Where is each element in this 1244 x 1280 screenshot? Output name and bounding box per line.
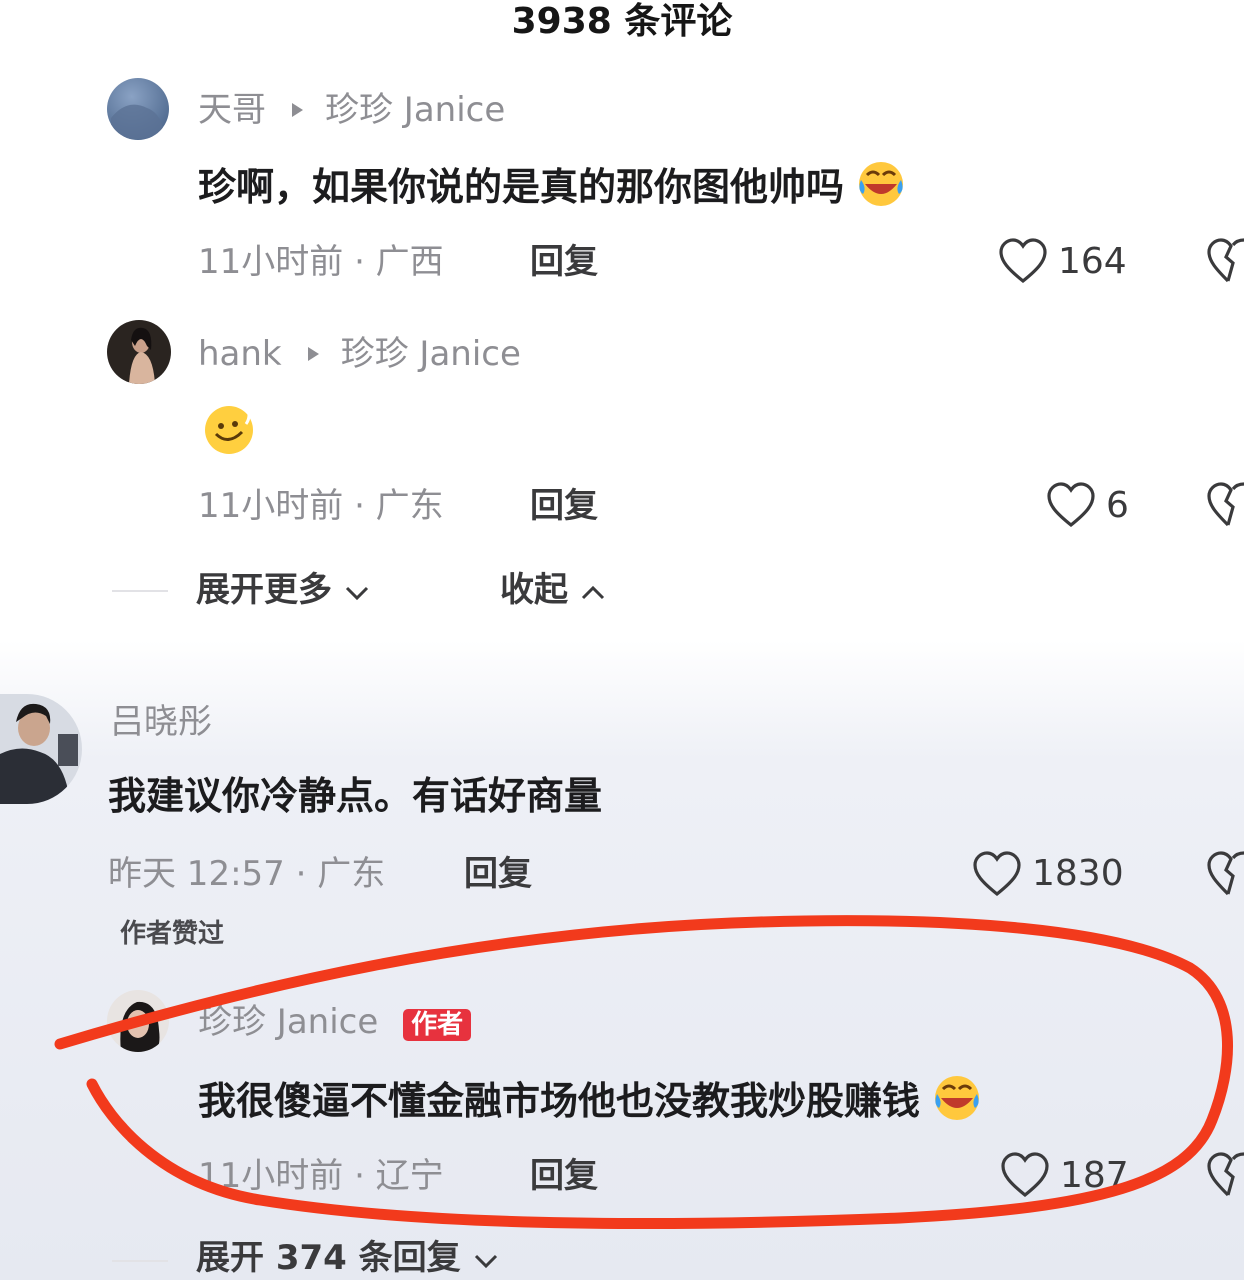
smile-emoji-icon	[202, 402, 258, 460]
reply-button[interactable]: 回复	[530, 242, 598, 282]
comment-header: 珍珍 Janice 作者	[198, 1002, 472, 1044]
chevron-down-icon	[344, 572, 370, 612]
dislike-broken-heart-icon[interactable]	[1206, 1151, 1244, 1199]
reply-button[interactable]: 回复	[530, 486, 598, 526]
comment-meta: 11小时前 · 广东	[198, 486, 444, 526]
avatar[interactable]	[107, 990, 169, 1052]
reply-to-username[interactable]: 珍珍 Janice	[341, 334, 521, 374]
chevron-down-icon	[473, 1240, 499, 1280]
reply-arrow-icon	[292, 102, 303, 117]
comment-text: 我很傻逼不懂金融市场他也没教我炒股赚钱	[198, 1074, 981, 1133]
like-count: 164	[1058, 241, 1127, 282]
reply-arrow-icon	[307, 346, 319, 361]
comment-body: 我建议你冷静点。有话好商量	[108, 774, 603, 818]
avatar[interactable]	[107, 320, 171, 384]
expand-more-button[interactable]: 展开更多	[196, 570, 370, 612]
reply-button[interactable]: 回复	[530, 1156, 598, 1196]
expand-replies-button[interactable]: 展开 374 条回复	[196, 1238, 499, 1280]
comment-meta: 11小时前 · 辽宁	[198, 1156, 444, 1196]
divider	[112, 1260, 168, 1262]
reply-button[interactable]: 回复	[464, 854, 532, 894]
expand-replies-label: 展开 374 条回复	[196, 1238, 461, 1278]
like-heart-icon[interactable]	[1046, 481, 1096, 529]
like-heart-icon[interactable]	[972, 850, 1022, 898]
like-heart-icon[interactable]	[1000, 1151, 1050, 1199]
username[interactable]: hank	[198, 334, 282, 374]
comment-header: hank 珍珍 Janice	[198, 334, 521, 374]
collapse-label: 收起	[500, 570, 568, 610]
collapse-button[interactable]: 收起	[500, 570, 606, 612]
avatar[interactable]	[107, 78, 169, 140]
like-count: 6	[1106, 485, 1129, 526]
comments-count-title: 3938 条评论	[511, 1, 733, 42]
comment-meta: 昨天 12:57 · 广东	[108, 854, 386, 894]
like-heart-icon[interactable]	[998, 237, 1048, 285]
author-badge: 作者	[403, 1009, 472, 1041]
expand-more-label: 展开更多	[196, 570, 332, 610]
dislike-broken-heart-icon[interactable]	[1206, 237, 1244, 285]
author-liked-label: 作者赞过	[120, 919, 225, 949]
username[interactable]: 珍珍 Janice	[198, 1002, 378, 1042]
like-count: 187	[1060, 1155, 1129, 1196]
divider	[112, 590, 168, 592]
comment-meta: 11小时前 · 广西	[198, 242, 444, 282]
chevron-up-icon	[580, 572, 606, 612]
dislike-broken-heart-icon[interactable]	[1206, 850, 1244, 898]
laughing-crying-emoji-icon	[933, 1074, 981, 1133]
dislike-broken-heart-icon[interactable]	[1206, 481, 1244, 529]
username[interactable]: 吕晓彤	[110, 702, 212, 742]
comment-body: 我很傻逼不懂金融市场他也没教我炒股赚钱	[198, 1079, 921, 1123]
comment-body: 珍啊，如果你说的是真的那你图他帅吗	[198, 165, 845, 209]
avatar[interactable]	[0, 694, 82, 804]
like-count: 1830	[1032, 853, 1124, 894]
comment-text: 珍啊，如果你说的是真的那你图他帅吗	[198, 160, 905, 219]
reply-to-username[interactable]: 珍珍 Janice	[325, 90, 505, 130]
comment-header: 天哥 珍珍 Janice	[198, 90, 505, 130]
laughing-crying-emoji-icon	[857, 160, 905, 219]
username[interactable]: 天哥	[198, 90, 266, 130]
